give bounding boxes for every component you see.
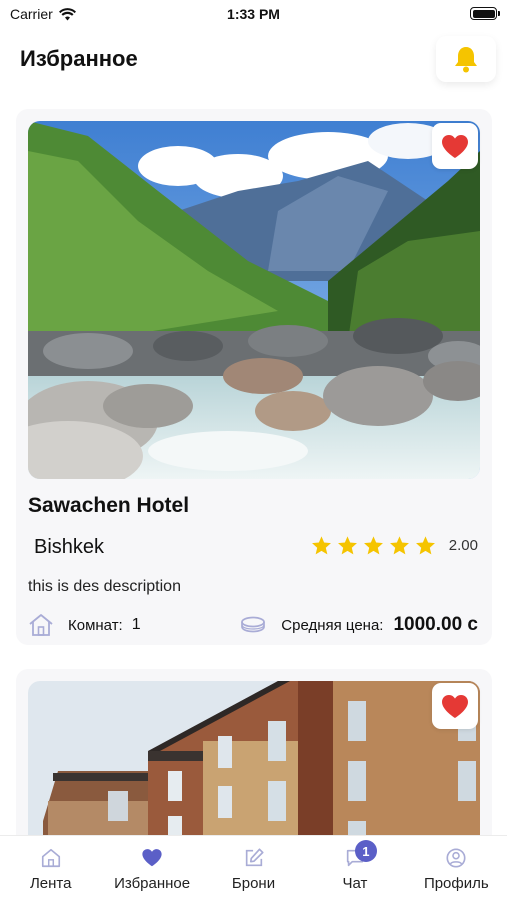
- tab-label: Брони: [231, 875, 276, 892]
- notifications-button[interactable]: [436, 36, 496, 82]
- tab-favorites[interactable]: Избранное: [101, 836, 202, 900]
- tab-bar: Лента Избранное Брони 1 Чат Профиль: [0, 835, 507, 900]
- star-icon: [311, 536, 331, 555]
- rating: 2.00: [311, 535, 478, 556]
- price-value: 1000.00 с: [393, 614, 478, 635]
- house-icon: [29, 614, 53, 636]
- hotel-card[interactable]: Sawachen Hotel Bishkek 2.00 this is des …: [16, 109, 492, 645]
- hotel-name: Sawachen Hotel: [28, 494, 190, 517]
- star-icon: [337, 536, 357, 555]
- tab-bookings[interactable]: Брони: [203, 836, 304, 900]
- price-label: Средняя цена:: [281, 616, 384, 634]
- star-icon: [415, 536, 435, 555]
- bell-icon: [455, 47, 477, 73]
- edit-icon: [245, 848, 264, 867]
- hotel-description: this is des description: [28, 578, 181, 595]
- heart-icon: [142, 849, 162, 867]
- hotel-city: Bishkek: [34, 536, 105, 558]
- hotel-card[interactable]: [16, 669, 492, 835]
- coins-icon: [241, 616, 266, 633]
- star-icon: [363, 536, 383, 555]
- battery-icon: [470, 7, 500, 20]
- star-icon: [389, 536, 409, 555]
- home-icon: [41, 848, 60, 868]
- tab-label: Чат: [342, 875, 368, 892]
- tab-feed[interactable]: Лента: [0, 836, 101, 900]
- heart-icon: [442, 134, 468, 158]
- favorites-list[interactable]: Sawachen Hotel Bishkek 2.00 this is des …: [0, 95, 507, 835]
- page-title: Избранное: [20, 46, 138, 71]
- status-bar: Carrier 1:33 PM: [0, 0, 507, 28]
- tab-label: Профиль: [423, 875, 489, 892]
- tab-label: Лента: [29, 875, 72, 892]
- profile-icon: [446, 848, 466, 868]
- rooms-info: Комнат: 1: [28, 613, 141, 637]
- tab-label: Избранное: [114, 875, 191, 892]
- heart-icon: [442, 694, 468, 718]
- tab-profile[interactable]: Профиль: [406, 836, 507, 900]
- rooms-label: Комнат:: [68, 616, 123, 634]
- status-time: 1:33 PM: [227, 6, 280, 22]
- chat-badge: 1: [354, 840, 377, 862]
- hotel-photo: [28, 681, 480, 835]
- rating-value: 2.00: [448, 537, 478, 554]
- favorite-button[interactable]: [432, 123, 478, 169]
- rooms-value: 1: [131, 616, 141, 633]
- hotel-photo: [28, 121, 480, 479]
- favorite-button[interactable]: [432, 683, 478, 729]
- tab-chat[interactable]: 1 Чат: [304, 836, 405, 900]
- price-info: Средняя цена: 1000.00 с: [239, 614, 478, 636]
- hotel-meta: Комнат: 1 Средняя цена: 1000.00 с: [28, 611, 478, 639]
